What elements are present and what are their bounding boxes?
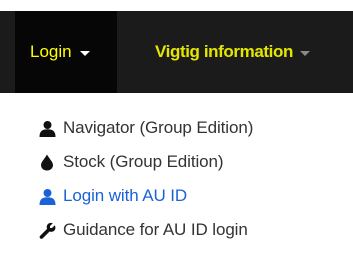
menu-item-label: Stock (Group Edition) — [63, 152, 224, 171]
caret-down-icon — [79, 50, 90, 56]
login-dropdown-toggle[interactable]: Login — [15, 11, 117, 93]
menu-item-label: Navigator (Group Edition) — [63, 118, 254, 137]
top-navbar: Login Vigtig information — [0, 11, 353, 93]
login-dropdown-menu: Navigator (Group Edition) Stock (Group E… — [0, 93, 353, 271]
menu-item-login-au-id[interactable]: Login with AU ID — [38, 181, 187, 211]
user-icon — [38, 119, 56, 137]
wrench-icon — [38, 221, 56, 239]
login-label: Login — [30, 42, 72, 61]
info-label: Vigtig information — [155, 42, 293, 61]
menu-item-label: Guidance for AU ID login — [63, 220, 248, 239]
menu-item-guidance[interactable]: Guidance for AU ID login — [38, 215, 248, 245]
menu-item-stock[interactable]: Stock (Group Edition) — [38, 147, 224, 177]
menu-item-label: Login with AU ID — [63, 186, 188, 205]
caret-down-icon — [299, 50, 310, 56]
info-dropdown-toggle[interactable]: Vigtig information — [140, 11, 353, 93]
menu-item-navigator[interactable]: Navigator (Group Edition) — [38, 113, 253, 143]
tint-icon — [38, 153, 56, 171]
user-icon — [38, 187, 56, 205]
